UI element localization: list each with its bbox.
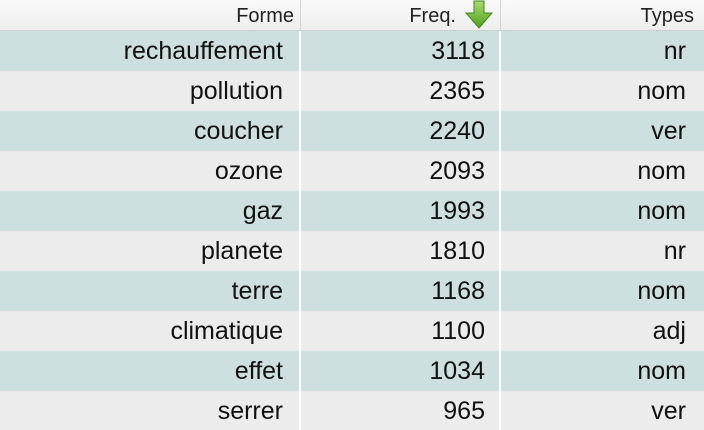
- cell-freq: 2093: [301, 151, 501, 191]
- column-header-freq[interactable]: Freq.: [301, 0, 501, 30]
- cell-freq: 1100: [301, 311, 501, 351]
- cell-forme: coucher: [0, 111, 301, 151]
- table-row[interactable]: coucher 2240 ver: [0, 111, 704, 151]
- cell-types: nr: [663, 37, 686, 65]
- cell-freq: 2240: [301, 111, 501, 151]
- cell-types: nom: [637, 157, 686, 185]
- cell-freq: 2365: [301, 71, 501, 111]
- sort-down-arrow-icon[interactable]: [464, 0, 494, 30]
- cell-forme: ozone: [0, 151, 301, 191]
- frequency-table: Forme Freq. Types rechauffement 3118 nr …: [0, 0, 704, 430]
- table-row[interactable]: climatique 1100 adj: [0, 311, 704, 351]
- table-row[interactable]: terre 1168 nom: [0, 271, 704, 311]
- cell-forme: gaz: [0, 191, 301, 231]
- cell-types: nom: [637, 277, 686, 305]
- cell-forme: serrer: [0, 391, 301, 430]
- table-row[interactable]: planete 1810 nr: [0, 231, 704, 271]
- cell-forme: effet: [0, 351, 301, 391]
- cell-types: nom: [637, 357, 686, 385]
- table-row[interactable]: serrer 965 ver: [0, 391, 704, 430]
- cell-freq: 1810: [301, 231, 501, 271]
- column-header-types[interactable]: Types: [501, 0, 704, 30]
- cell-forme: climatique: [0, 311, 301, 351]
- table-row[interactable]: effet 1034 nom: [0, 351, 704, 391]
- cell-freq: 965: [301, 391, 501, 430]
- table-row[interactable]: pollution 2365 nom: [0, 71, 704, 111]
- cell-types: ver: [651, 397, 686, 425]
- column-header-forme[interactable]: Forme: [0, 0, 301, 30]
- cell-forme: rechauffement: [0, 31, 301, 71]
- cell-types: nom: [637, 197, 686, 225]
- cell-forme: planete: [0, 231, 301, 271]
- column-header-freq-label: Freq.: [409, 5, 456, 27]
- table-row[interactable]: rechauffement 3118 nr: [0, 31, 704, 71]
- table-row[interactable]: gaz 1993 nom: [0, 191, 704, 231]
- cell-freq: 1034: [301, 351, 501, 391]
- cell-freq: 1993: [301, 191, 501, 231]
- cell-types: nom: [637, 77, 686, 105]
- table-row[interactable]: ozone 2093 nom: [0, 151, 704, 191]
- cell-forme: pollution: [0, 71, 301, 111]
- cell-types: ver: [651, 117, 686, 145]
- cell-types: nr: [663, 237, 686, 265]
- cell-freq: 3118: [301, 31, 501, 71]
- cell-types: adj: [652, 317, 686, 345]
- table-body: rechauffement 3118 nr pollution 2365 nom…: [0, 31, 704, 430]
- cell-forme: terre: [0, 271, 301, 311]
- table-header: Forme Freq. Types: [0, 0, 704, 31]
- cell-freq: 1168: [301, 271, 501, 311]
